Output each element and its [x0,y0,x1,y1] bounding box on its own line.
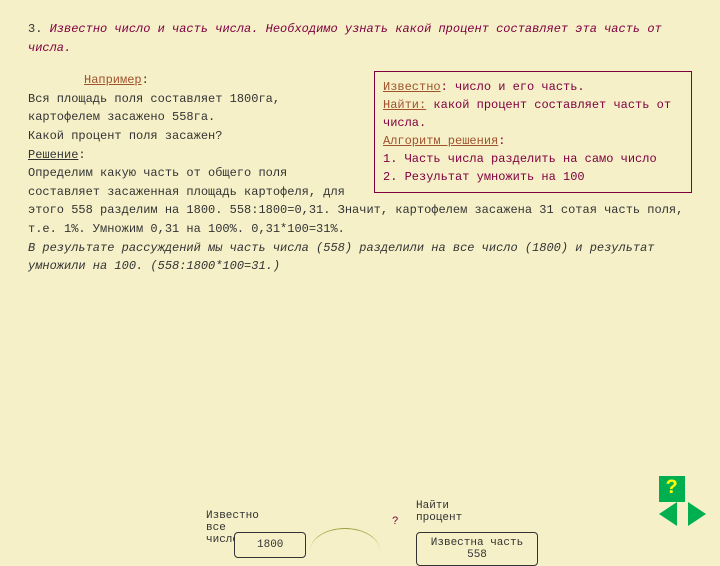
find-label: Найти: [383,98,426,112]
known-label: Известно [383,80,441,94]
whole-value: 1800 [234,532,306,558]
question-mark: ? [392,516,399,528]
problem-number: 3. [28,22,42,36]
prev-button[interactable] [659,502,677,526]
algo-colon: : [498,134,505,148]
nav-controls: ? [655,476,706,526]
help-button[interactable]: ? [659,476,685,502]
title-lead: Известно число и часть числа. [50,22,259,36]
example-colon: : [142,73,149,87]
step-2: 2. Результат умножить на 100 [383,168,683,186]
algo-label: Алгоритм решения [383,134,498,148]
find-text: какой процент составляет часть от числа. [383,98,671,130]
solution-label: Решение [28,148,78,162]
algorithm-box: Известно: число и его часть. Найти: како… [374,71,692,193]
example-label: Например [84,73,142,87]
find-percent-label: Найти процент [416,500,462,524]
next-button[interactable] [688,502,706,526]
conclusion-text: В результате рассуждений мы часть числа … [28,239,692,276]
known-text: : число и его часть. [441,80,585,94]
step-1: 1. Часть числа разделить на само число [383,150,683,168]
part-value: Известна часть 558 [416,532,538,566]
problem-text-1: Вся площадь поля составляет 1800га, карт… [28,90,338,127]
problem-title: 3. Известно число и часть числа. Необход… [28,20,692,57]
